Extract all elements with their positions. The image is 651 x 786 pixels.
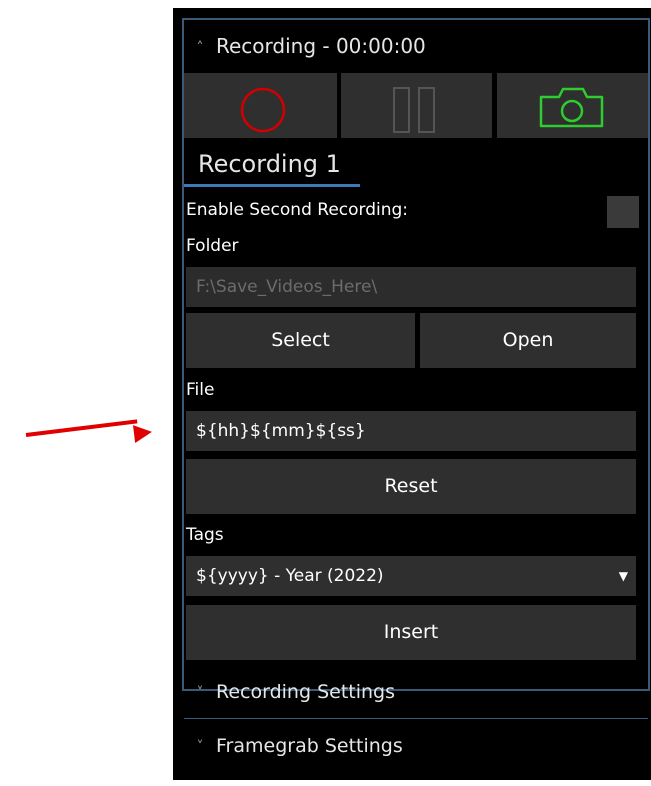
snapshot-button[interactable] bbox=[497, 73, 648, 138]
framegrab-settings-title: Framegrab Settings bbox=[216, 735, 403, 757]
camera-icon bbox=[539, 87, 604, 128]
tab-recording-1[interactable]: Recording 1 bbox=[198, 150, 341, 178]
folder-path-input[interactable]: F:\Save_Videos_Here\ bbox=[186, 267, 636, 307]
chevron-down-icon: ˅ bbox=[196, 738, 204, 755]
section-divider bbox=[184, 718, 648, 719]
recording-title: Recording - 00:00:00 bbox=[216, 34, 426, 58]
recording-settings-header[interactable]: ˅ Recording Settings bbox=[184, 677, 396, 707]
tags-dropdown[interactable]: ${yyyy} - Year (2022) ▼ bbox=[186, 556, 636, 596]
reset-button[interactable]: Reset bbox=[186, 459, 636, 514]
select-button[interactable]: Select bbox=[186, 313, 415, 368]
file-name-input[interactable]: ${hh}${mm}${ss} bbox=[186, 411, 636, 451]
annotation-arrow-head bbox=[132, 422, 154, 444]
recording-section-header[interactable]: ˄ Recording - 00:00:00 bbox=[184, 31, 426, 61]
tags-label: Tags bbox=[186, 525, 224, 545]
insert-button[interactable]: Insert bbox=[186, 605, 636, 660]
annotation-arrow-line bbox=[25, 419, 138, 437]
file-label: File bbox=[186, 380, 215, 400]
framegrab-settings-header[interactable]: ˅ Framegrab Settings bbox=[184, 731, 403, 761]
tab-active-indicator bbox=[184, 184, 360, 187]
pause-button[interactable] bbox=[341, 73, 492, 138]
record-circle-icon bbox=[240, 87, 286, 133]
record-button[interactable] bbox=[184, 73, 337, 138]
chevron-down-icon: ˅ bbox=[196, 684, 204, 701]
enable-second-recording-checkbox[interactable] bbox=[607, 196, 639, 228]
pause-icon bbox=[393, 87, 435, 133]
recording-settings-title: Recording Settings bbox=[216, 681, 395, 703]
tags-selected-value: ${yyyy} - Year (2022) bbox=[196, 566, 384, 586]
open-button[interactable]: Open bbox=[420, 313, 636, 368]
enable-second-recording-label: Enable Second Recording: bbox=[186, 200, 409, 220]
chevron-up-icon: ˄ bbox=[196, 39, 204, 56]
folder-label: Folder bbox=[186, 236, 239, 256]
chevron-down-icon: ▼ bbox=[618, 569, 628, 583]
